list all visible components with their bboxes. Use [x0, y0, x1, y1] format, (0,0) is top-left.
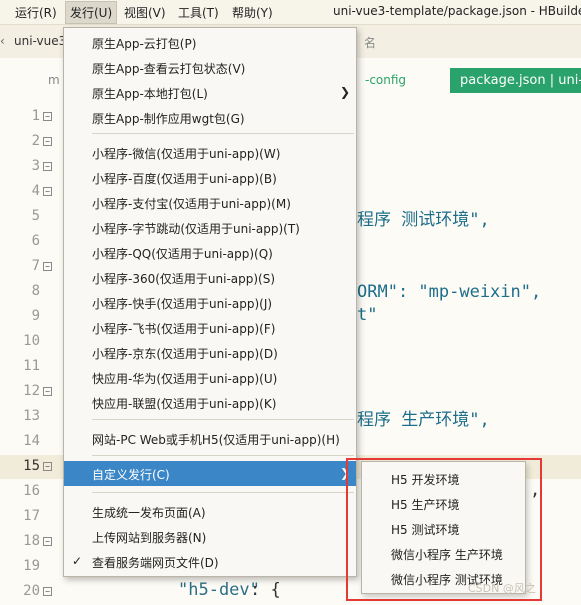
line-number: 9	[31, 308, 40, 324]
menu-item-mp-baidu[interactable]: 小程序-百度(仅适用于uni-app)(B)	[64, 165, 356, 190]
menu-item-wgt[interactable]: 原生App-制作应用wgt包(G)	[64, 105, 356, 130]
menu-item-label: 上传网站到服务器(N)	[92, 531, 207, 545]
menu-item-label: 小程序-京东(仅适用于uni-app)(D)	[92, 347, 278, 361]
menu-item-label: 原生App-查看云打包状态(V)	[92, 62, 246, 76]
line-number: 14	[23, 433, 40, 449]
menu-publish[interactable]: 发行(U)	[65, 1, 118, 24]
code-line-9[interactable]: t"	[357, 305, 377, 325]
watermark: CSDN @风之	[468, 582, 536, 595]
menu-separator	[92, 419, 354, 420]
menu-run[interactable]: 运行(R)	[15, 4, 57, 21]
line-number: 12	[23, 383, 40, 399]
menu-item-view-server-files[interactable]: ✓ 查看服务端网页文件(D)	[64, 549, 356, 574]
menu-item-cloud-pack[interactable]: 原生App-云打包(P)	[64, 30, 356, 55]
menu-item-mp-weixin[interactable]: 小程序-微信(仅适用于uni-app)(W)	[64, 140, 356, 165]
fold-icon[interactable]: −	[43, 387, 52, 396]
menu-item-label: 小程序-快手(仅适用于uni-app)(J)	[92, 297, 273, 311]
menu-bar: 运行(R) 发行(U) 视图(V) 工具(T) 帮助(Y) uni-vue3-t…	[0, 0, 581, 25]
code-line-20-key[interactable]: "h5-dev"	[178, 580, 260, 600]
code-line-8[interactable]: ORM": "mp-weixin",	[357, 282, 541, 302]
check-icon: ✓	[72, 554, 83, 568]
chevron-right-icon: ❯	[339, 85, 350, 99]
fold-icon[interactable]: −	[43, 162, 52, 171]
menu-item-label: 小程序-微信(仅适用于uni-app)(W)	[92, 147, 281, 161]
menu-item-h5-web[interactable]: 网站-PC Web或手机H5(仅适用于uni-app)(H)	[64, 426, 356, 451]
line-number: 8	[31, 283, 40, 299]
line-number: 13	[23, 408, 40, 424]
menu-item-label: 小程序-QQ(仅适用于uni-app)(Q)	[92, 247, 273, 261]
line-number: 3	[31, 158, 40, 174]
line-number: 16	[23, 483, 40, 499]
line-number: 5	[31, 208, 40, 224]
fold-icon[interactable]: −	[43, 262, 52, 271]
line-number: 7	[31, 258, 40, 274]
menu-view[interactable]: 视图(V)	[124, 4, 166, 21]
menu-item-label: 小程序-百度(仅适用于uni-app)(B)	[92, 172, 277, 186]
menu-item-mp-jd[interactable]: 小程序-京东(仅适用于uni-app)(D)	[64, 340, 356, 365]
line-number: 2	[31, 133, 40, 149]
menu-item-upload-server[interactable]: 上传网站到服务器(N)	[64, 524, 356, 549]
line-number: 10	[23, 333, 40, 349]
line-number: 11	[23, 358, 40, 374]
menu-item-mp-alipay[interactable]: 小程序-支付宝(仅适用于uni-app)(M)	[64, 190, 356, 215]
menu-separator	[92, 492, 354, 493]
code-line-13[interactable]: 程序 生产环境",	[357, 405, 490, 430]
menu-separator	[92, 455, 354, 456]
menu-help[interactable]: 帮助(Y)	[232, 4, 273, 21]
code-line-5[interactable]: 程序 测试环境",	[357, 205, 490, 230]
fold-icon[interactable]: −	[43, 462, 52, 471]
package-json-tag[interactable]: package.json | uni-v	[450, 68, 581, 93]
menu-item-label: 原生App-本地打包(L)	[92, 87, 208, 101]
menu-item-label: 查看服务端网页文件(D)	[92, 556, 219, 570]
menu-item-mp-lark[interactable]: 小程序-飞书(仅适用于uni-app)(F)	[64, 315, 356, 340]
menu-item-label: 快应用-华为(仅适用于uni-app)(U)	[92, 372, 278, 386]
menu-tools[interactable]: 工具(T)	[178, 4, 219, 21]
menu-item-label: 生成统一发布页面(A)	[92, 506, 206, 520]
line-number: 6	[31, 233, 40, 249]
menu-separator	[92, 133, 354, 134]
publish-menu: 原生App-云打包(P) 原生App-查看云打包状态(V) 原生App-本地打包…	[63, 27, 357, 577]
chevron-left-icon[interactable]: ‹	[0, 34, 5, 48]
line-number: 20	[23, 583, 40, 599]
line-number: 17	[23, 508, 40, 524]
tab-file-name[interactable]: 名	[364, 34, 376, 51]
menu-item-cloud-status[interactable]: 原生App-查看云打包状态(V)	[64, 55, 356, 80]
line-number: 1	[31, 108, 40, 124]
menu-item-mp-kuaishou[interactable]: 小程序-快手(仅适用于uni-app)(J)	[64, 290, 356, 315]
menu-item-label: 小程序-字节跳动(仅适用于uni-app)(T)	[92, 222, 300, 236]
menu-item-label: 小程序-飞书(仅适用于uni-app)(F)	[92, 322, 276, 336]
breadcrumb-left: m	[48, 73, 60, 87]
menu-item-quickapp-union[interactable]: 快应用-联盟(仅适用于uni-app)(K)	[64, 390, 356, 415]
fold-icon[interactable]: −	[43, 537, 52, 546]
line-number: 15	[23, 458, 40, 474]
menu-item-label: 原生App-云打包(P)	[92, 37, 197, 51]
fold-icon[interactable]: −	[43, 112, 52, 121]
fold-icon[interactable]: −	[43, 187, 52, 196]
menu-item-mp-360[interactable]: 小程序-360(仅适用于uni-app)(S)	[64, 265, 356, 290]
menu-item-label: 小程序-支付宝(仅适用于uni-app)(M)	[92, 197, 291, 211]
menu-item-label: 网站-PC Web或手机H5(仅适用于uni-app)(H)	[92, 433, 340, 447]
menu-item-mp-toutiao[interactable]: 小程序-字节跳动(仅适用于uni-app)(T)	[64, 215, 356, 240]
menu-item-gen-publish-page[interactable]: 生成统一发布页面(A)	[64, 499, 356, 524]
fold-icon[interactable]: −	[43, 587, 52, 596]
line-number: 19	[23, 558, 40, 574]
menu-item-label: 快应用-联盟(仅适用于uni-app)(K)	[92, 397, 277, 411]
fold-icon[interactable]: −	[43, 137, 52, 146]
menu-item-label: 原生App-制作应用wgt包(G)	[92, 112, 245, 126]
line-number: 18	[23, 533, 40, 549]
menu-item-custom-publish[interactable]: 自定义发行(C) ❯	[64, 461, 356, 486]
line-number: 4	[31, 183, 40, 199]
menu-item-label: 小程序-360(仅适用于uni-app)(S)	[92, 272, 276, 286]
tab-file[interactable]: uni-vue3	[14, 34, 66, 48]
menu-item-local-pack[interactable]: 原生App-本地打包(L) ❯	[64, 80, 356, 105]
menu-item-mp-qq[interactable]: 小程序-QQ(仅适用于uni-app)(Q)	[64, 240, 356, 265]
menu-item-label: 自定义发行(C)	[92, 468, 170, 482]
breadcrumb-config[interactable]: -config	[365, 73, 406, 87]
code-line-20-rest[interactable]: : {	[250, 580, 281, 600]
window-title: uni-vue3-template/package.json - HBuilde…	[333, 4, 581, 18]
menu-item-quickapp-huawei[interactable]: 快应用-华为(仅适用于uni-app)(U)	[64, 365, 356, 390]
